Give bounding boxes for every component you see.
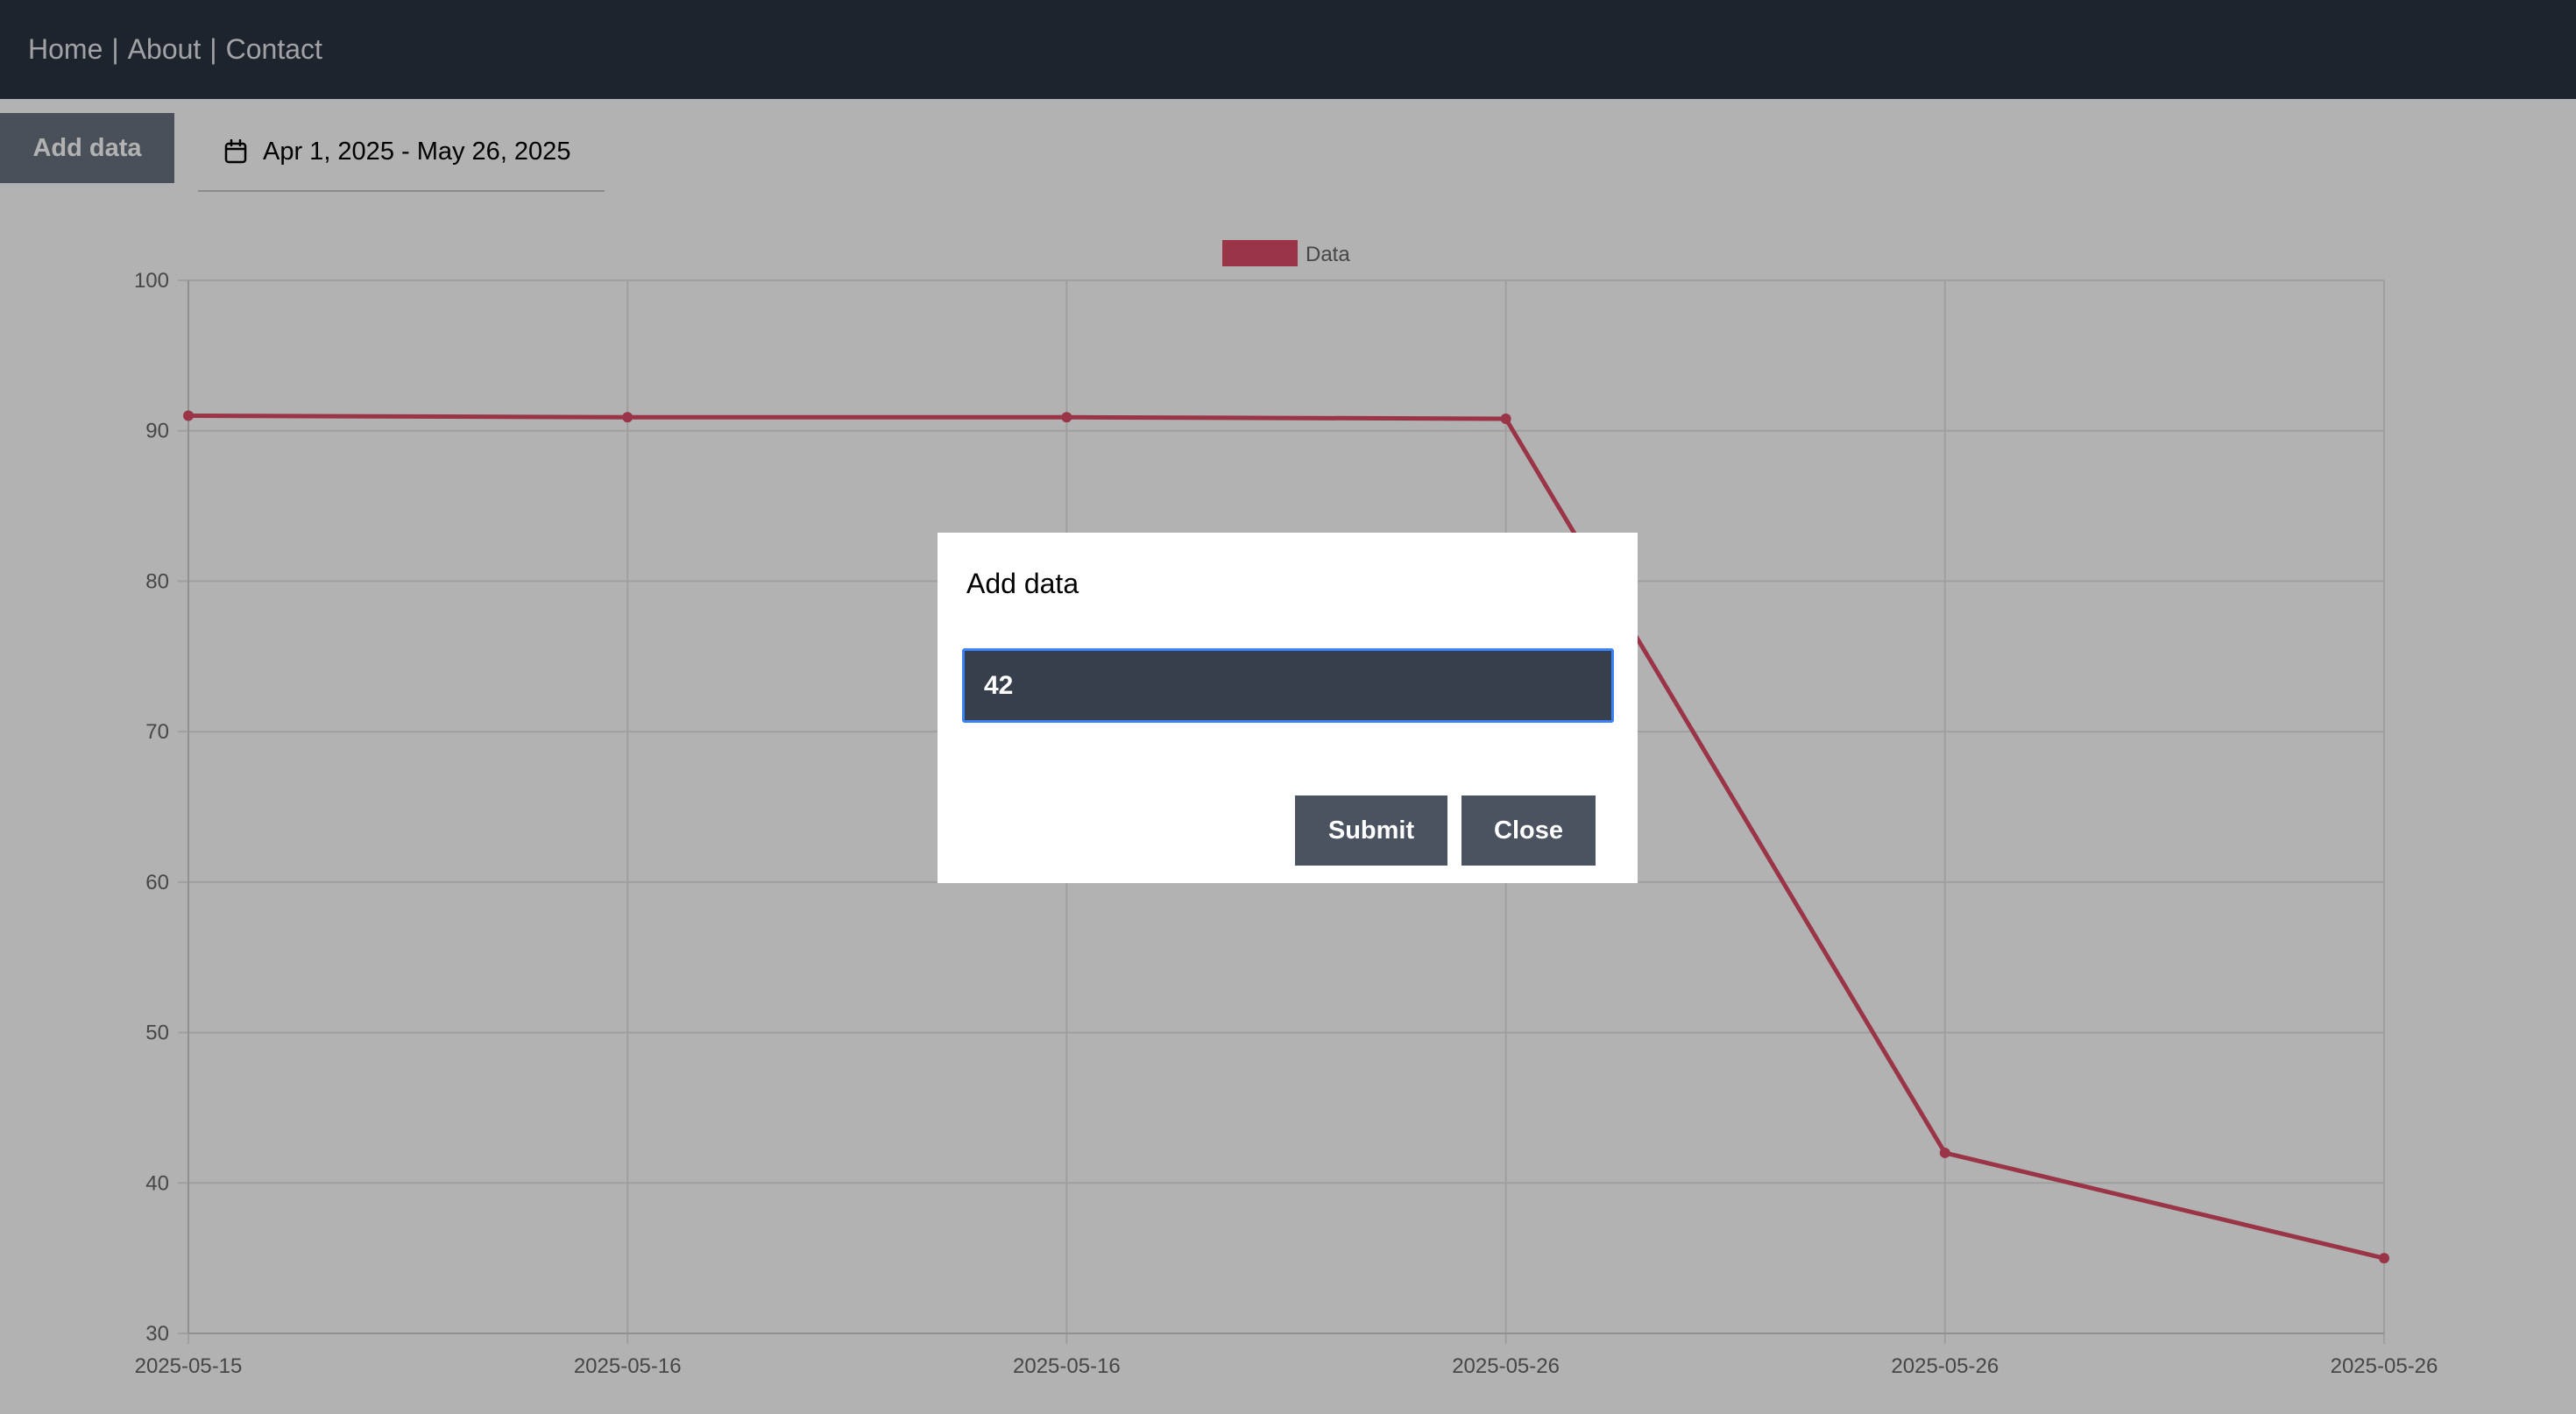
- modal-title: Add data: [966, 568, 1079, 599]
- data-value-input[interactable]: [962, 648, 1614, 723]
- add-data-modal: Add data Submit Close: [938, 533, 1638, 883]
- submit-button[interactable]: Submit: [1295, 795, 1447, 866]
- app-root: Home | About | Contact Add data Apr 1, 2…: [0, 0, 2576, 1414]
- close-button[interactable]: Close: [1461, 795, 1596, 866]
